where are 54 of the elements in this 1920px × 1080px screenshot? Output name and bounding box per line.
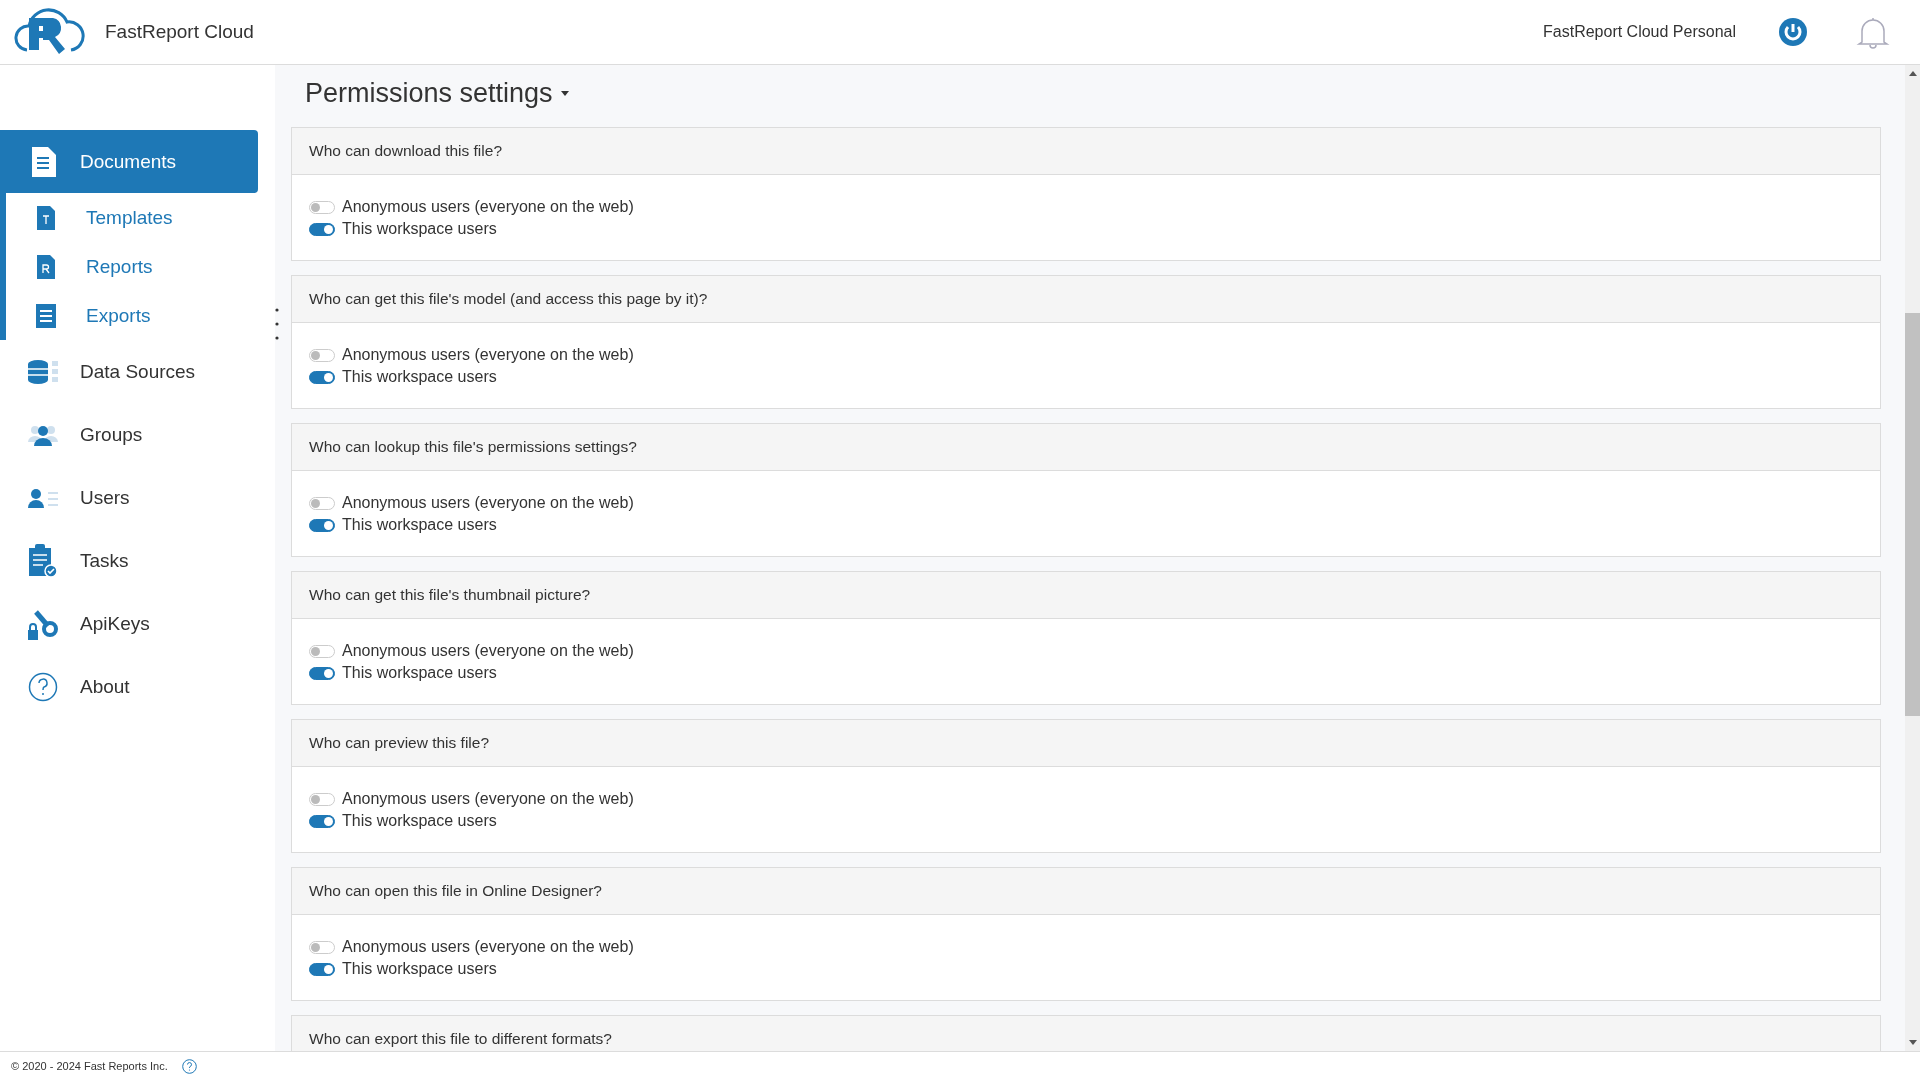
permission-question: Who can preview this file?	[309, 734, 490, 752]
toggle-switch[interactable]	[309, 962, 335, 976]
toggle-switch[interactable]	[309, 666, 335, 680]
nav-subitem[interactable]: Exports	[6, 291, 258, 340]
toggle-switch[interactable]	[309, 370, 335, 384]
help-icon	[28, 671, 58, 702]
template-file-icon	[37, 205, 55, 230]
option-label: This workspace users	[342, 960, 497, 978]
option-label: Anonymous users (everyone on the web)	[342, 790, 634, 808]
permission-question: Who can get this file's model (and access this page by it)?	[309, 290, 708, 308]
report-file-icon	[37, 254, 55, 279]
permission-question: Who can download this file?	[309, 142, 502, 160]
help-icon[interactable]	[181, 1058, 197, 1074]
toggle-switch[interactable]	[309, 518, 335, 532]
database-icon	[28, 359, 58, 384]
caret-icon[interactable]	[560, 90, 569, 96]
nav-item[interactable]: Tasks	[0, 529, 258, 592]
scrollbar-thumb[interactable]	[1905, 313, 1920, 716]
option-label: This workspace users	[342, 664, 497, 682]
user-list-icon	[28, 487, 58, 508]
group-icon	[28, 423, 58, 446]
permission-question: Who can lookup this file's permissions settings?	[309, 438, 637, 456]
document-icon	[30, 146, 56, 177]
option-label: Anonymous users (everyone on the web)	[342, 938, 634, 956]
account-name[interactable]: FastReport Cloud Personal	[1543, 23, 1736, 41]
option-label: Anonymous users (everyone on the web)	[342, 198, 634, 216]
permission-question: Who can open this file in Online Designer?	[309, 882, 602, 900]
toggle-switch[interactable]	[309, 222, 335, 236]
option-label: Anonymous users (everyone on the web)	[342, 346, 634, 364]
scroll-down-icon[interactable]	[1908, 1040, 1917, 1045]
nav-subitem[interactable]: Reports	[6, 242, 258, 291]
nav-subitem[interactable]: Templates	[6, 193, 258, 242]
option-label: Anonymous users (everyone on the web)	[342, 494, 634, 512]
permission-question: Who can get this file's thumbnail picture?	[309, 586, 591, 604]
nav-item[interactable]: Groups	[0, 403, 258, 466]
copyright-text: © 2020 - 2024 Fast Reports Inc.	[11, 1060, 168, 1072]
nav-item[interactable]: Documents	[0, 130, 258, 193]
option-label: This workspace users	[342, 220, 497, 238]
app-title: FastReport Cloud	[105, 21, 254, 43]
option-label: This workspace users	[342, 516, 497, 534]
nav-item[interactable]: Users	[0, 466, 258, 529]
power-icon[interactable]	[1778, 17, 1808, 47]
option-label: Anonymous users (everyone on the web)	[342, 642, 634, 660]
scroll-up-icon[interactable]	[1908, 71, 1917, 76]
clipboard-check-icon	[28, 543, 58, 578]
nav-item[interactable]: ApiKeys	[0, 592, 258, 655]
nav-item[interactable]: About	[0, 655, 258, 718]
list-file-icon	[36, 303, 56, 328]
nav-item[interactable]: Data Sources	[0, 340, 258, 403]
permission-question: Who can export this file to different formats?	[309, 1030, 612, 1048]
toggle-switch[interactable]	[309, 814, 335, 828]
page-title: Permissions settings	[305, 77, 553, 109]
option-label: This workspace users	[342, 812, 497, 830]
option-label: This workspace users	[342, 368, 497, 386]
